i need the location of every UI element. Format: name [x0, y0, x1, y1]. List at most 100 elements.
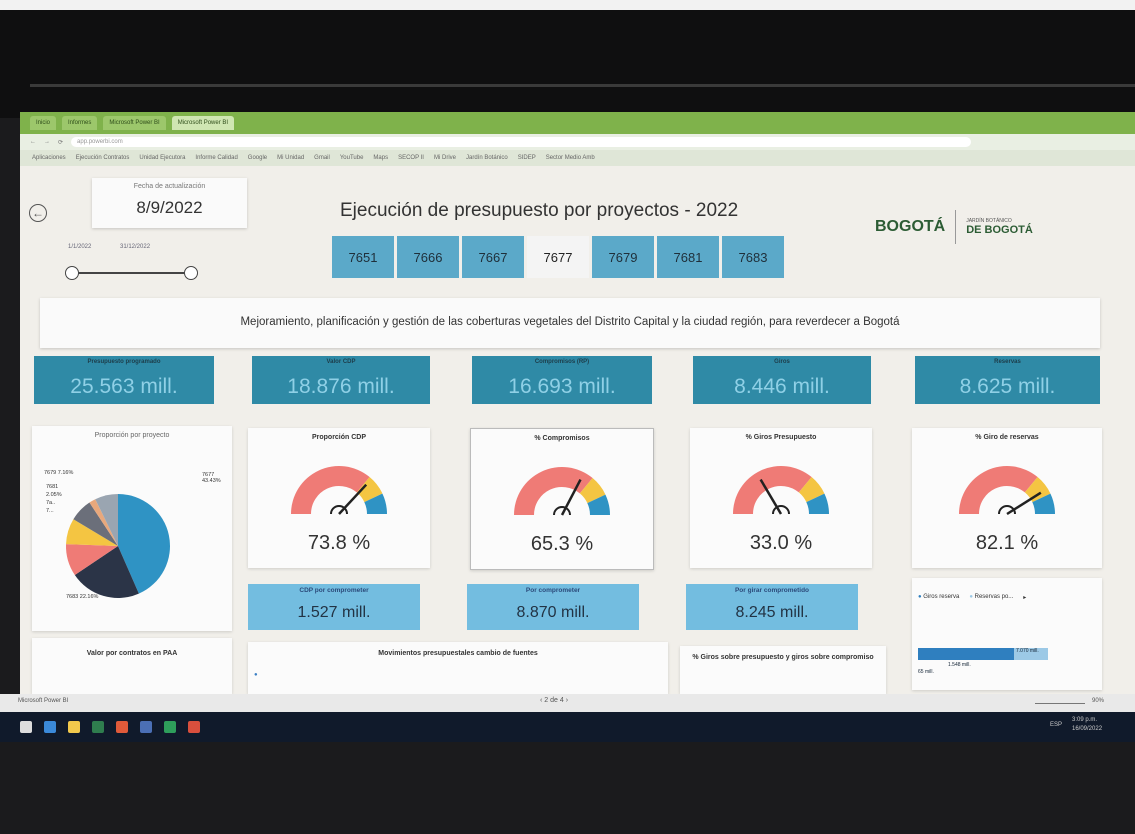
page-navigator[interactable]: ‹ 2 de 4 › [540, 697, 568, 704]
status-bar: Microsoft Power BI ‹ 2 de 4 › 90% [0, 694, 1135, 712]
kpi-value: 18.876 mill. [287, 375, 395, 398]
browser-tab[interactable]: Inicio [30, 116, 57, 130]
legend-panel: ● Giros reserva ● Reservas po... ▸ 7.070… [912, 578, 1102, 690]
bottom-bezel [0, 742, 1135, 834]
bookmark-item[interactable]: Unidad Ejecutora [139, 155, 185, 161]
url-field[interactable]: app.powerbi.com [71, 137, 972, 147]
gauge-value: 33.0 % [749, 532, 813, 554]
excel-icon[interactable] [92, 721, 104, 733]
gauge-chart [733, 466, 829, 515]
bookmark-item[interactable]: Mi Drive [434, 155, 456, 161]
subtotal-card: Por comprometer 8.870 mill. [467, 584, 639, 630]
panel-title: Movimientos presupuestales cambio de fue… [378, 650, 538, 657]
language-indicator[interactable]: ESP [1050, 722, 1062, 728]
bookmark-item[interactable]: Google [248, 155, 267, 161]
back-arrow-icon[interactable]: ← [30, 139, 36, 145]
project-button[interactable]: 7683 [722, 236, 784, 278]
project-button[interactable]: 7651 [332, 236, 394, 278]
subtotal-label: Por comprometer [525, 587, 581, 594]
kpi-value: 16.693 mill. [508, 375, 616, 398]
kpi-label: Reservas [994, 359, 1021, 365]
slider-end-label: 31/12/2022 [120, 244, 151, 250]
legend-dot-icon: ● [254, 672, 258, 678]
kpi-label: Presupuesto programado [87, 359, 161, 365]
bookmark-item[interactable]: Maps [373, 155, 388, 161]
kpi-label: Compromisos (RP) [534, 359, 590, 365]
subtotal-label: CDP por comprometer [299, 587, 369, 594]
bar-label: 7.070 mill. [1016, 648, 1039, 654]
gauge-band-red [959, 466, 1038, 514]
bookmark-item[interactable]: Informe Calidad [195, 155, 237, 161]
bookmark-item[interactable]: Aplicaciones [32, 155, 66, 161]
project-button[interactable]: 7666 [397, 236, 459, 278]
pie-label: 7679 7.16% [44, 470, 74, 476]
subtotal-value: 8.870 mill. [516, 604, 590, 621]
kpi-card: Valor CDP 18.876 mill. [252, 356, 430, 404]
folder-icon[interactable] [68, 721, 80, 733]
app-icon[interactable] [188, 721, 200, 733]
date-value: 8/9/2022 [136, 198, 203, 217]
app-icon[interactable] [164, 721, 176, 733]
movements-panel: Movimientos presupuestales cambio de fue… [248, 642, 668, 694]
gauge-title: % Compromisos [534, 435, 590, 442]
bogota-logo: BOGOTÁ JARDÍN BOTÁNICO DE BOGOTÁ [875, 210, 1033, 244]
page-indicator: 2 de 4 [544, 697, 564, 704]
bookmark-item[interactable]: YouTube [340, 155, 364, 161]
bookmark-item[interactable]: SECOP II [398, 155, 424, 161]
pie-label: 7681 [46, 484, 59, 490]
windows-taskbar: ESP 3:09 p.m. 16/09/2022 [0, 712, 1135, 742]
pie-label: 7a.. [46, 500, 56, 506]
forward-arrow-icon[interactable]: → [44, 139, 50, 145]
slider-start-handle[interactable] [65, 266, 79, 280]
bar-label: 1.548 mill. [948, 662, 971, 668]
gauge-panel: % Giro de reservas 82.1 % [912, 428, 1102, 568]
gauge-chart [291, 466, 387, 515]
kpi-value: 8.446 mill. [734, 375, 830, 398]
bookmark-item[interactable]: Mi Unidad [277, 155, 304, 161]
stacked-bar: 7.070 mill. [918, 648, 1048, 660]
browser-tab[interactable]: Informes [62, 116, 98, 130]
kpi-card: Compromisos (RP) 16.693 mill. [472, 356, 652, 404]
page-title: Ejecución de presupuesto por proyectos -… [340, 200, 739, 221]
slider-start-label: 1/1/2022 [68, 244, 92, 250]
project-button-selected[interactable]: 7677 [527, 236, 589, 278]
clock-time: 3:09 p.m. [1072, 717, 1098, 723]
bookmark-item[interactable]: Gmail [314, 155, 330, 161]
app-name: Microsoft Power BI [18, 698, 69, 704]
gauge-panel: Proporción CDP 73.8 % [248, 428, 430, 568]
gauge-chart [959, 466, 1055, 516]
top-bezel [0, 0, 1135, 118]
legend-next-icon[interactable]: ▸ [1023, 594, 1026, 601]
browser-tab-active[interactable]: Microsoft Power BI [171, 116, 235, 130]
project-button[interactable]: 7679 [592, 236, 654, 278]
subtotal-value: 8.245 mill. [735, 604, 809, 621]
start-icon[interactable] [20, 721, 32, 733]
browser-tab[interactable]: Microsoft Power BI [103, 116, 166, 130]
edge-icon[interactable] [44, 721, 56, 733]
panel-title: Valor por contratos en PAA [86, 650, 178, 657]
clock-date: 16/09/2022 [1072, 726, 1103, 732]
kpi-value: 8.625 mill. [959, 375, 1056, 398]
slider-end-handle[interactable] [184, 266, 198, 280]
project-name-banner: Mejoramiento, planificación y gestión de… [40, 298, 1100, 348]
pie-label: 7683 22.16% [66, 594, 99, 600]
back-icon[interactable]: ← [29, 204, 47, 222]
project-name: Mejoramiento, planificación y gestión de… [240, 316, 900, 328]
project-button[interactable]: 7681 [657, 236, 719, 278]
chrome-icon[interactable] [116, 721, 128, 733]
bookmark-item[interactable]: Ejecución Contratos [76, 155, 130, 161]
logo-text-right: DE BOGOTÁ [966, 224, 1033, 236]
bookmark-item[interactable]: Sector Medio Amb [546, 155, 595, 161]
gauge-band-red [733, 466, 812, 514]
project-button[interactable]: 7667 [462, 236, 524, 278]
zoom-slider[interactable] [1035, 703, 1085, 704]
bookmark-item[interactable]: SIDEP [518, 155, 536, 161]
gauge-title: % Giros Presupuesto [745, 434, 817, 441]
project-slicer: 7651 7666 7667 7677 7679 7681 7683 [332, 236, 784, 278]
report-canvas: ← Fecha de actualización 8/9/2022 1/1/20… [20, 166, 1135, 694]
word-icon[interactable] [140, 721, 152, 733]
date-slider-track[interactable] [72, 272, 192, 274]
subtotal-value: 1.527 mill. [297, 604, 371, 621]
bookmark-item[interactable]: Jardín Botánico [466, 155, 508, 161]
reload-icon[interactable]: ⟳ [58, 139, 63, 146]
